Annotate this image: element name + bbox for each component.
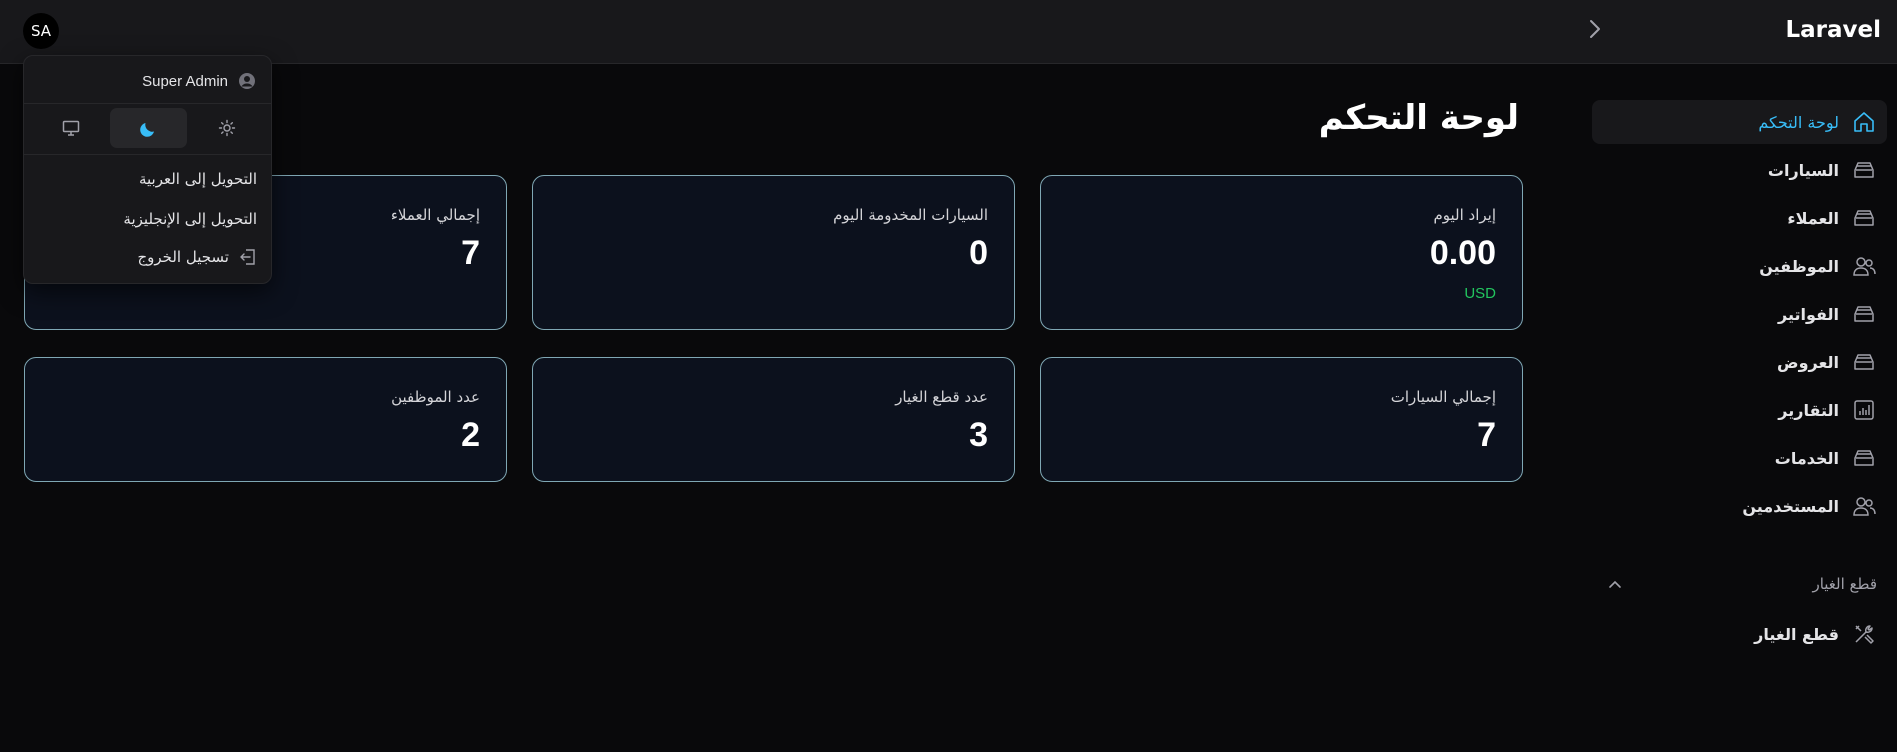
stack-icon [1851, 157, 1877, 183]
chevron-up-icon [1608, 579, 1622, 589]
user-menu-header: Super Admin [142, 72, 256, 90]
user-circle-icon [238, 72, 256, 90]
home-icon [1851, 109, 1877, 135]
stat-label: عدد قطع الغيار [895, 388, 988, 406]
page-title: لوحة التحكم [1318, 98, 1519, 138]
sidebar-item-users[interactable]: المستخدمين [1592, 484, 1887, 528]
stat-card-employees-count: عدد الموظفين 2 [24, 357, 507, 482]
sidebar-collapse-button[interactable] [1582, 14, 1608, 44]
sidebar-item-label: التقارير [1778, 400, 1839, 420]
menu-item-switch-arabic[interactable]: التحويل إلى العربية [139, 170, 257, 188]
users-icon [1851, 253, 1877, 279]
user-name: Super Admin [142, 72, 228, 90]
stat-card-spare-parts-count: عدد قطع الغيار 3 [532, 357, 1015, 482]
stat-value: 7 [1477, 416, 1496, 454]
sidebar-group-label: قطع الغيار [1812, 575, 1877, 593]
divider [24, 154, 271, 155]
stat-value: 2 [461, 416, 480, 454]
sidebar-item-customers[interactable]: العملاء [1592, 196, 1887, 240]
theme-dark-button[interactable] [110, 108, 187, 148]
menu-item-logout[interactable]: تسجيل الخروج [137, 248, 257, 266]
sidebar-item-offers[interactable]: العروض [1592, 340, 1887, 384]
divider [24, 103, 271, 104]
sidebar-item-label: الفواتير [1777, 304, 1839, 324]
menu-item-label: التحويل إلى العربية [138, 170, 257, 188]
logout-icon [239, 248, 257, 266]
stat-value: 3 [969, 416, 988, 454]
sidebar-item-services[interactable]: الخدمات [1592, 436, 1887, 480]
theme-light-button[interactable] [188, 108, 265, 148]
stack-icon [1851, 301, 1877, 327]
top-bar: Laravel SA [0, 0, 1897, 64]
stat-card-total-cars: إجمالي السيارات 7 [1040, 357, 1523, 482]
menu-item-label: تسجيل الخروج [137, 248, 229, 266]
monitor-icon [62, 120, 80, 136]
stat-label: عدد الموظفين [391, 388, 480, 406]
user-menu-dropdown: Super Admin التحويل إلى العربية التحويل … [23, 55, 272, 284]
stat-card-cars-served-today: السيارات المخدومة اليوم 0 [532, 175, 1015, 330]
sidebar-group-spare-parts[interactable]: قطع الغيار [1592, 566, 1887, 602]
sidebar-item-label: المستخدمين [1742, 496, 1839, 516]
menu-item-switch-english[interactable]: التحويل إلى الإنجليزية [123, 210, 257, 228]
stat-label: السيارات المخدومة اليوم [833, 206, 988, 224]
stat-label: إيراد اليوم [1433, 206, 1496, 224]
sidebar-item-label: السيارات [1767, 160, 1839, 180]
theme-system-button[interactable] [32, 108, 109, 148]
sidebar-item-reports[interactable]: التقارير [1592, 388, 1887, 432]
sidebar-item-label: قطع الغيار [1754, 624, 1839, 644]
sidebar-item-invoices[interactable]: الفواتير [1592, 292, 1887, 336]
sun-icon [218, 119, 236, 137]
sidebar-item-dashboard[interactable]: لوحة التحكم [1592, 100, 1887, 144]
sidebar-item-label: لوحة التحكم [1758, 112, 1839, 132]
brand-logo[interactable]: Laravel [1785, 17, 1881, 43]
stack-icon [1851, 205, 1877, 231]
sidebar-item-label: العملاء [1787, 208, 1839, 228]
stack-icon [1851, 445, 1877, 471]
chevron-right-icon [1589, 19, 1601, 39]
sidebar-item-spare-parts[interactable]: قطع الغيار [1592, 612, 1887, 656]
sidebar-item-label: الخدمات [1774, 448, 1839, 468]
stack-icon [1851, 349, 1877, 375]
sidebar-item-label: العروض [1777, 352, 1839, 372]
stat-value: 0.00 [1429, 234, 1496, 272]
sidebar-item-cars[interactable]: السيارات [1592, 148, 1887, 192]
moon-icon [139, 118, 159, 138]
menu-item-label: التحويل إلى الإنجليزية [123, 210, 257, 228]
stat-currency: USD [1464, 285, 1496, 302]
stat-value: 0 [969, 234, 988, 272]
sidebar-item-employees[interactable]: الموظفين [1592, 244, 1887, 288]
avatar[interactable]: SA [23, 13, 59, 49]
stat-label: إجمالي السيارات [1390, 388, 1496, 406]
tools-icon [1851, 621, 1877, 647]
stat-card-today-revenue: إيراد اليوم 0.00 USD [1040, 175, 1523, 330]
sidebar-item-label: الموظفين [1759, 256, 1839, 276]
theme-switcher [32, 108, 265, 148]
users-icon [1851, 493, 1877, 519]
chart-icon [1851, 397, 1877, 423]
